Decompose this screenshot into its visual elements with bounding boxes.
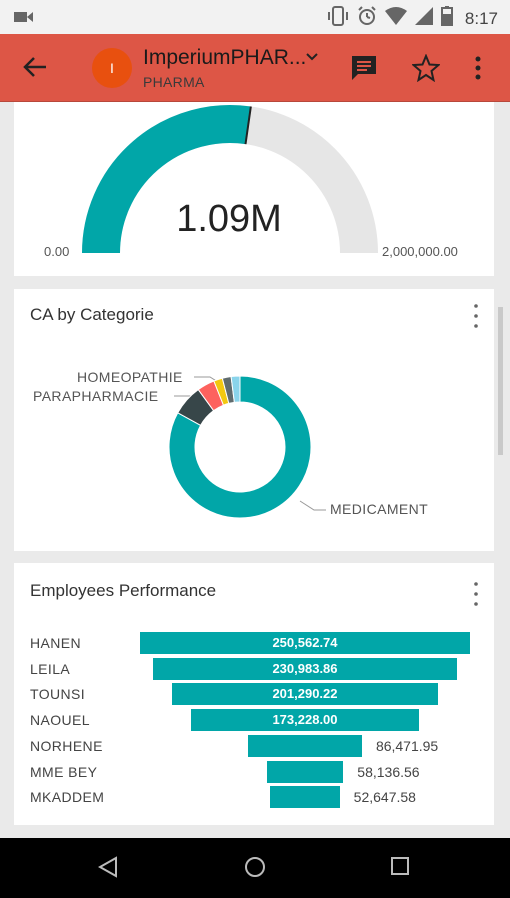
label-parapharmacie: PARAPHARMACIE [33,388,159,404]
workspace-avatar[interactable]: I [92,48,132,88]
gauge-max-label: 2,000,000.00 [382,244,458,259]
label-medicament: MEDICAMENT [330,501,429,517]
video-camera-icon [14,10,34,29]
employee-name: HANEN [30,635,82,651]
signal-icon [414,7,433,30]
funnel-bar[interactable] [270,786,340,809]
navigation-bar [0,838,510,898]
funnel-value-label: 52,647.58 [353,789,416,806]
back-arrow-icon[interactable] [22,54,48,85]
performance-card-title: Employees Performance [30,581,217,600]
clock-time: 8:17 [464,8,498,28]
funnel-value-label: 58,136.56 [357,763,420,780]
comment-icon[interactable] [350,54,378,87]
more-vertical-icon[interactable] [470,54,486,87]
employee-name: MME BEY [30,763,98,780]
funnel-bar[interactable] [248,734,362,757]
employee-name: NAOUEL [30,712,90,729]
chevron-down-icon[interactable] [306,50,318,64]
employee-name: MKADDEM [30,789,105,806]
employee-name: NORHENE [30,737,103,754]
app-bar: I ImperiumPHAR... PHARMA [0,34,510,102]
home-circle-icon[interactable] [244,856,266,883]
wifi-icon [384,7,407,30]
gauge-card[interactable]: 1.09M 0.00 2,000,000.00 [14,102,494,276]
funnel-value-label: 86,471.95 [375,737,439,754]
funnel-bar[interactable]: 201,290.22 [172,683,438,706]
dashboard-content[interactable]: 1.09M 0.00 2,000,000.00 CA by Categorie … [0,102,510,838]
performance-card[interactable]: Employees Performance HANEN 250,562.74 LEI… [14,563,494,825]
gauge-value: 1.09M [176,198,282,240]
back-triangle-icon[interactable] [97,856,118,883]
employee-name: LEILA [30,660,71,677]
funnel-bar[interactable]: 230,983.86 [152,657,458,680]
favorite-star-icon[interactable] [410,53,442,87]
dashboard-title[interactable]: ImperiumPHAR... [143,46,306,70]
recents-square-icon[interactable] [390,856,410,881]
funnel-bar[interactable]: 173,228.00 [190,709,420,732]
employee-name: TOUNSI [30,686,86,703]
label-homeopathie: HOMEOPATHIE [77,369,183,385]
status-bar: 8:17 [0,0,510,34]
gauge-min-label: 0.00 [44,244,70,259]
alarm-icon [357,6,377,31]
scrollbar-thumb[interactable] [498,307,503,455]
funnel-bar[interactable] [266,760,344,783]
vibrate-icon [327,6,349,31]
funnel-bar[interactable]: 250,562.74 [140,632,470,654]
more-vertical-icon[interactable] [472,581,480,612]
donut-card[interactable]: CA by Categorie HOMEOPATHIE PARAPHARMACI… [14,289,494,551]
workspace-subtitle: PHARMA [143,74,205,90]
battery-icon [440,6,453,31]
